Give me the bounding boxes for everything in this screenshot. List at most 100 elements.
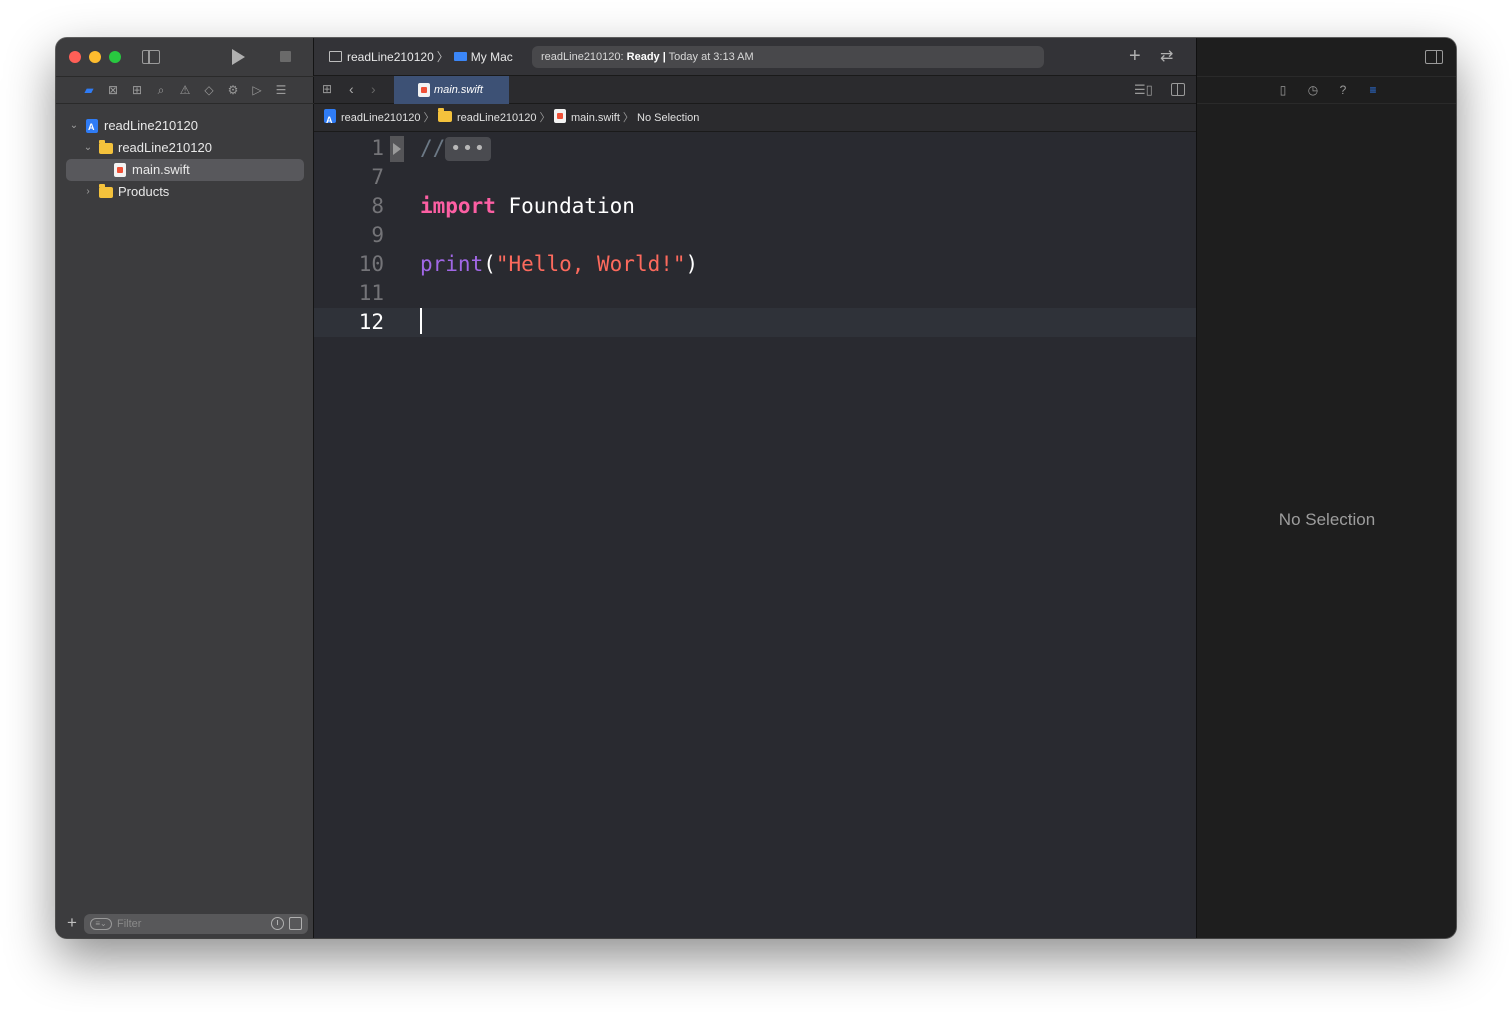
folder-icon bbox=[438, 108, 452, 122]
code-line: 8 import Foundation bbox=[314, 192, 1196, 221]
source-editor[interactable]: 1 //••• 7 8 import Foundation 9 10 print… bbox=[314, 133, 1196, 938]
line-number: 12 bbox=[358, 310, 384, 334]
scheme-name: readLine210120 bbox=[347, 50, 434, 64]
inspector-panel: ▯ ◷ ? ≡ No Selection bbox=[1196, 38, 1456, 938]
code-punctuation: ( bbox=[483, 252, 496, 276]
stop-icon[interactable] bbox=[280, 51, 291, 62]
swift-file-icon bbox=[554, 109, 566, 123]
editor-area: readLine210120 〉 My Mac readLine210120: Re… bbox=[314, 38, 1196, 938]
scm-filter-icon[interactable] bbox=[289, 917, 302, 930]
breakpoint-icon[interactable]: ▷ bbox=[249, 82, 265, 98]
symbol-icon[interactable]: ⊞ bbox=[129, 82, 145, 98]
library-plus-icon[interactable]: + bbox=[1129, 45, 1141, 67]
code-line: 11 bbox=[314, 279, 1196, 308]
tree-item-label: main.swift bbox=[132, 162, 190, 177]
back-chevron-icon[interactable]: ‹ bbox=[349, 81, 354, 97]
forward-chevron-icon[interactable]: › bbox=[371, 81, 376, 97]
activity-time: Today at 3:13 AM bbox=[668, 51, 754, 63]
fold-ribbon-icon[interactable] bbox=[390, 136, 404, 162]
code-function: print bbox=[420, 252, 484, 276]
swift-file-icon bbox=[418, 83, 430, 97]
tree-item-project[interactable]: ⌄ readLine210120 bbox=[66, 115, 304, 138]
line-number: 9 bbox=[371, 223, 384, 247]
folder-icon bbox=[99, 184, 113, 198]
chevron-down-icon[interactable]: ⌄ bbox=[69, 115, 79, 137]
code-review-icon[interactable]: ⇄ bbox=[1160, 46, 1173, 68]
related-items-grid-icon[interactable]: ⊞ bbox=[322, 83, 335, 96]
close-window-button[interactable] bbox=[69, 51, 81, 63]
mac-icon bbox=[453, 52, 467, 61]
split-editor-icon[interactable] bbox=[1171, 83, 1185, 96]
jumpbar-label: readLine210120 bbox=[341, 112, 421, 124]
activity-status: Ready bbox=[626, 51, 660, 63]
tree-item-folder[interactable]: ⌄ readLine210120 bbox=[66, 137, 304, 159]
code-text: //••• bbox=[420, 134, 491, 163]
help-icon[interactable]: ? bbox=[1335, 82, 1351, 98]
recent-files-icon[interactable] bbox=[271, 917, 284, 930]
destination-name: My Mac bbox=[470, 50, 513, 64]
tab-label: main.swift bbox=[434, 84, 483, 96]
filter-options-icon[interactable]: ≡⌄ bbox=[90, 918, 112, 930]
history-icon[interactable]: ◷ bbox=[1305, 82, 1321, 98]
jumpbar-item-project[interactable]: readLine210120〉 bbox=[324, 104, 435, 134]
find-icon[interactable]: ⌕ bbox=[153, 82, 169, 98]
code-line-current: 12 bbox=[314, 308, 1196, 337]
issue-icon[interactable]: ⚠ bbox=[177, 82, 193, 98]
code-identifier: Foundation bbox=[495, 194, 635, 218]
minimize-window-button[interactable] bbox=[89, 51, 101, 63]
inspector-empty-message: No Selection bbox=[1278, 510, 1376, 529]
file-inspector-icon[interactable]: ▯ bbox=[1275, 82, 1291, 98]
folder-icon[interactable]: ▰ bbox=[81, 82, 97, 98]
run-icon[interactable] bbox=[232, 49, 245, 65]
tree-item-main-swift[interactable]: main.swift bbox=[66, 159, 304, 181]
code-text: import Foundation bbox=[420, 192, 635, 221]
filter-input[interactable] bbox=[117, 916, 257, 932]
project-navigator: ▰ ⊠ ⊞ ⌕ ⚠ ◇ ⚙ ▷ ☰ ⌄ readLine210120 ⌄ rea… bbox=[56, 38, 314, 938]
chevron-down-icon[interactable]: ⌄ bbox=[83, 137, 93, 159]
inspector-toggle-icon[interactable] bbox=[1425, 50, 1443, 64]
tree-item-products[interactable]: › Products bbox=[66, 181, 304, 203]
jumpbar-label: readLine210120 bbox=[457, 112, 537, 124]
chevron-right-icon[interactable]: › bbox=[83, 181, 93, 203]
code-line: 9 bbox=[314, 221, 1196, 250]
test-icon[interactable]: ◇ bbox=[201, 82, 217, 98]
source-control-icon[interactable]: ⊠ bbox=[105, 82, 121, 98]
zoom-window-button[interactable] bbox=[109, 51, 121, 63]
folder-icon bbox=[99, 140, 113, 154]
activity-viewer: readLine210120: Ready | Today at 3:13 AM bbox=[532, 46, 1044, 68]
activity-project: readLine210120: bbox=[541, 51, 624, 63]
jumpbar-item-file[interactable]: main.swift 〉 bbox=[554, 104, 634, 132]
code-line: 7 bbox=[314, 163, 1196, 192]
jumpbar-item-selection[interactable]: No Selection bbox=[637, 104, 699, 132]
code-comment: // bbox=[420, 136, 446, 160]
editor-tab-bar: ⊞ ‹ › main.swift ☰▯ bbox=[314, 76, 1196, 104]
report-icon[interactable]: ☰ bbox=[273, 82, 289, 98]
add-file-icon[interactable]: + bbox=[67, 913, 77, 933]
tree-item-label: Products bbox=[118, 184, 170, 199]
attributes-icon[interactable]: ≡ bbox=[1365, 82, 1381, 98]
jumpbar-label: No Selection bbox=[637, 112, 700, 124]
jumpbar-label: main.swift bbox=[571, 112, 620, 124]
xcode-window: ▰ ⊠ ⊞ ⌕ ⚠ ◇ ⚙ ▷ ☰ ⌄ readLine210120 ⌄ rea… bbox=[56, 38, 1456, 938]
scheme-selector[interactable]: readLine210120 〉 My Mac bbox=[329, 48, 513, 66]
line-number: 10 bbox=[358, 252, 384, 276]
navigator-tab-bar: ▰ ⊠ ⊞ ⌕ ⚠ ◇ ⚙ ▷ ☰ bbox=[56, 76, 314, 104]
jumpbar-item-folder[interactable]: readLine210120 〉 bbox=[438, 104, 551, 132]
navigator-footer: + ≡⌄ bbox=[56, 910, 314, 938]
text-cursor bbox=[420, 308, 422, 334]
sidebar-toggle-icon[interactable] bbox=[142, 50, 160, 64]
tab-main-swift[interactable]: main.swift bbox=[394, 76, 509, 104]
line-number: 1 bbox=[371, 136, 384, 160]
editor-options-icon[interactable]: ☰▯ bbox=[1134, 82, 1153, 98]
terminal-app-icon bbox=[329, 51, 342, 62]
folded-code-placeholder[interactable]: ••• bbox=[445, 137, 491, 161]
code-text: print("Hello, World!") bbox=[420, 250, 698, 279]
line-number: 7 bbox=[371, 165, 384, 189]
chevron-right-icon: 〉 bbox=[423, 112, 435, 124]
debug-icon[interactable]: ⚙ bbox=[225, 82, 241, 98]
line-number: 11 bbox=[358, 281, 384, 305]
code-keyword: import bbox=[420, 194, 496, 218]
code-line: 10 print("Hello, World!") bbox=[314, 250, 1196, 279]
code-text bbox=[420, 308, 422, 337]
chevron-right-icon: 〉 bbox=[622, 112, 634, 124]
